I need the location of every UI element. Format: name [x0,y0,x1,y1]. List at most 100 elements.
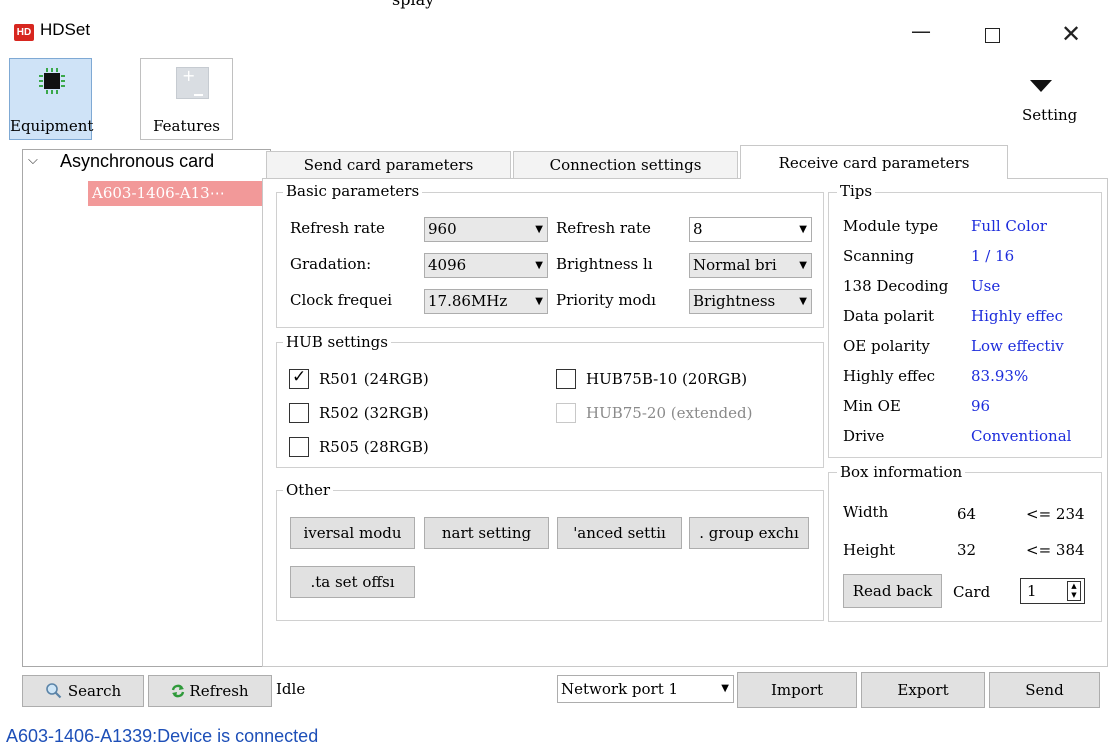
checkmark-icon: ✓ [292,367,307,387]
network-port-value: Network port 1 [561,680,679,698]
hub-settings-title: HUB settings [283,333,391,351]
other-title: Other [283,481,334,499]
hub75b-10-label: HUB75B-10 (20RGB) [586,370,748,388]
maximize-icon [985,28,1000,43]
send-button[interactable]: Send [989,672,1100,708]
features-icon: + [176,66,209,99]
close-button[interactable]: ✕ [1048,20,1094,50]
refresh-rate-2-value: 8 [693,220,703,238]
card-label: Card [953,583,991,601]
tip-value: Conventional [971,427,1072,445]
universal-module-button[interactable]: iversal modu [290,517,415,549]
brightness-level-value: Normal bri [693,256,777,274]
hub75-20-label: HUB75-20 (extended) [586,404,753,422]
tip-value: 96 [971,397,991,415]
brightness-level-select[interactable]: Normal bri ▼ [689,253,812,278]
setting-label[interactable]: Setting [1022,106,1077,124]
window-title: HDSet [40,20,91,39]
dropdown-arrow-icon: ▼ [535,260,543,271]
search-label: Search [67,682,122,700]
card-spinbox[interactable]: 1 ▲ ▼ [1020,578,1085,604]
features-tool-button[interactable]: + Features [140,58,233,140]
tab-receive-card-parameters[interactable]: Receive card parameters [740,145,1008,179]
refresh-icon [172,684,185,698]
equipment-tool-button[interactable]: Equipment [9,58,94,140]
r501-checkbox[interactable]: ✓ [289,367,309,389]
tip-label: OE polarity [843,337,930,355]
tip-label: 138 Decoding [843,277,949,295]
box-information-title: Box information [837,463,966,481]
equipment-label: Equipment [10,117,94,135]
data-set-offset-button[interactable]: .ta set offsı [290,566,415,598]
r502-checkbox[interactable] [289,403,309,423]
device-tree-panel[interactable] [22,149,271,667]
tip-label: Module type [843,217,939,235]
status-message: A603-1406-A1339:Device is connected [6,726,319,746]
refresh-button[interactable]: Refresh [148,675,272,707]
spin-arrows-icon[interactable]: ▲ ▼ [1067,581,1081,601]
export-button[interactable]: Export [861,672,985,708]
refresh-rate-2-select[interactable]: 8 ▼ [689,217,812,242]
dropdown-arrow-icon: ▼ [799,260,807,271]
card-spinbox-value: 1 [1027,582,1037,600]
setting-dropdown-icon[interactable] [1030,80,1052,92]
refresh-rate-2-label: Refresh rate [556,219,651,237]
refresh-label: Refresh [189,682,249,700]
tab-send-card-parameters[interactable]: Send card parameters [266,151,511,178]
tip-value: 1 / 16 [971,247,1015,265]
hub75b-10-checkbox[interactable] [556,369,576,389]
tip-label: Min OE [843,397,901,415]
minimize-button[interactable]: — [898,20,944,50]
tip-value: Highly effec [971,307,1063,325]
search-icon [46,683,62,699]
tip-value: Full Color [971,217,1047,235]
r502-label: R502 (32RGB) [319,404,429,422]
close-icon: ✕ [1060,20,1082,48]
network-port-select[interactable]: Network port 1 ▼ [557,675,734,703]
clock-frequency-value: 17.86MHz [428,292,508,310]
app-logo: HD [14,24,34,41]
clock-frequency-label: Clock frequei [290,291,393,309]
advanced-settings-button[interactable]: 'anced settiı [557,517,682,549]
box-width-value: 64 [957,505,977,523]
hub75-20-checkbox [556,403,576,423]
tip-value: Use [971,277,1001,295]
tree-root-asynchronous-card[interactable]: Asynchronous card [60,151,214,172]
search-button[interactable]: Search [22,675,144,707]
top-caption: splay [392,0,434,9]
minimize-icon: — [911,19,931,43]
gradation-select[interactable]: 4096 ▼ [424,253,548,278]
tips-title: Tips [837,182,876,200]
gradation-label: Gradation: [290,255,372,273]
idle-status: Idle [276,680,306,698]
chevron-down-icon[interactable]: ⌵ [28,153,38,168]
dropdown-arrow-icon: ▼ [721,683,729,694]
tab-connection-settings[interactable]: Connection settings [513,151,738,178]
priority-mode-label: Priority modı [556,291,656,309]
tip-label: Data polarit [843,307,935,325]
features-label: Features [153,117,220,135]
clock-frequency-select[interactable]: 17.86MHz ▼ [424,289,548,314]
basic-parameters-title: Basic parameters [283,182,423,200]
box-width-label: Width [843,503,889,521]
refresh-rate-select[interactable]: 960 ▼ [424,217,548,242]
r505-checkbox[interactable] [289,437,309,457]
smart-setting-button[interactable]: nart setting [424,517,549,549]
maximize-button[interactable] [968,20,1014,50]
r505-label: R505 (28RGB) [319,438,429,456]
dropdown-arrow-icon: ▼ [535,224,543,235]
chip-icon [39,68,65,94]
brightness-level-label: Brightness lı [556,255,653,273]
tip-label: Scanning [843,247,915,265]
gradation-value: 4096 [428,256,467,274]
dropdown-arrow-icon: ▼ [535,296,543,307]
group-exchange-button[interactable]: . group exchı [689,517,809,549]
import-button[interactable]: Import [737,672,857,708]
other-group [276,490,824,621]
tree-device-item[interactable]: A603-1406-A13⋯ [88,181,266,206]
read-back-button[interactable]: Read back [843,574,942,608]
priority-mode-value: Brightness [693,292,776,310]
box-height-value: 32 [957,541,977,559]
priority-mode-select[interactable]: Brightness ▼ [689,289,812,314]
dropdown-arrow-icon: ▼ [799,224,807,235]
